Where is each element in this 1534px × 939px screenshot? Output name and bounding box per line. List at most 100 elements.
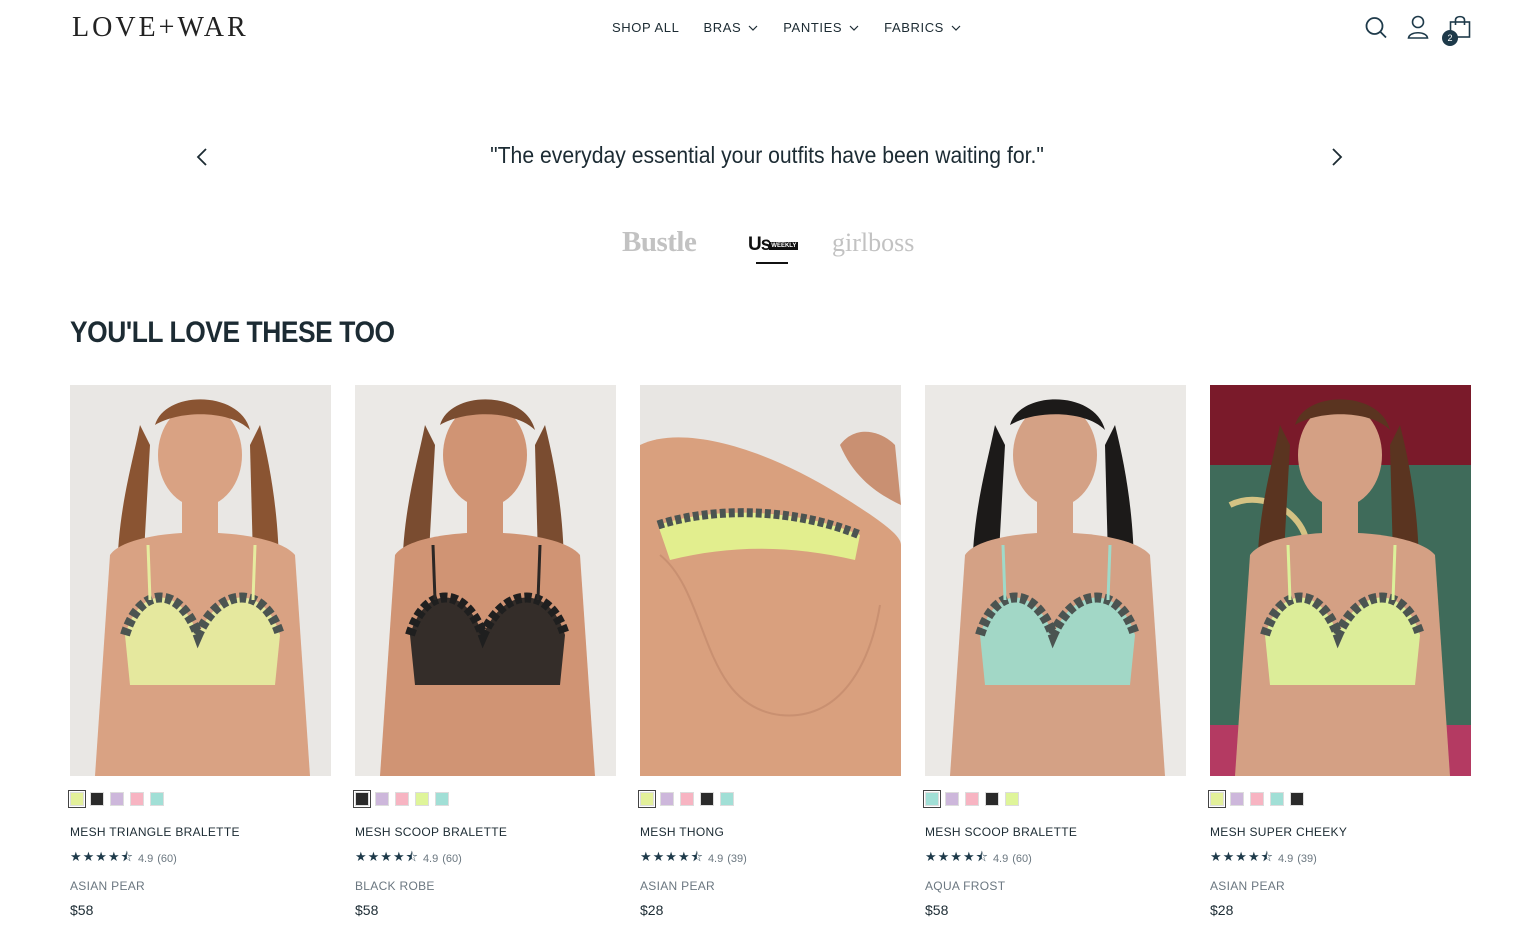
color-swatch[interactable] — [945, 792, 959, 806]
product-rating: ★★★★⯪ 4.9 (60) — [925, 848, 1186, 870]
cart-count-badge: 2 — [1442, 30, 1458, 46]
rating-value: 4.9 — [1277, 853, 1294, 865]
product-rating: ★★★★⯪ 4.9 (60) — [355, 848, 616, 870]
color-swatch[interactable] — [395, 792, 409, 806]
section-title: YOU'LL LOVE THESE TOO — [70, 316, 395, 349]
header-actions: 2 — [1364, 14, 1472, 46]
product-name[interactable]: MESH SUPER CHEEKY — [1210, 825, 1471, 839]
color-swatches — [638, 790, 901, 808]
star-rating-icon: ★★★★⯪ — [1210, 849, 1274, 864]
rating-value: 4.9 — [422, 853, 439, 865]
product-color-name: ASIAN PEAR — [640, 879, 716, 893]
main-nav: SHOP ALL BRAS PANTIES FABRICS — [612, 20, 962, 35]
product-name[interactable]: MESH TRIANGLE BRALETTE — [70, 825, 331, 839]
color-swatch[interactable] — [923, 790, 941, 808]
rating-value: 4.9 — [137, 853, 154, 865]
color-swatch[interactable] — [638, 790, 656, 808]
product-price: $58 — [925, 902, 949, 918]
product-color-name: ASIAN PEAR — [70, 879, 146, 893]
carousel-next-button[interactable] — [1325, 146, 1347, 168]
color-swatch[interactable] — [110, 792, 124, 806]
product-color-name: ASIAN PEAR — [1210, 879, 1286, 893]
review-count: (39) — [1297, 853, 1317, 865]
product-price: $58 — [355, 902, 379, 918]
color-swatch[interactable] — [1290, 792, 1304, 806]
account-button[interactable] — [1406, 14, 1430, 40]
brand-logo[interactable]: LOVE+WAR — [72, 12, 249, 44]
color-swatch[interactable] — [720, 792, 734, 806]
product-image[interactable] — [925, 385, 1186, 776]
press-logos: Bustle UsWEEKLY girlboss — [618, 226, 928, 270]
star-rating-icon: ★★★★⯪ — [640, 849, 704, 864]
user-icon — [1407, 15, 1429, 39]
press-logo-bustle[interactable]: Bustle — [622, 226, 697, 259]
review-count: (39) — [727, 853, 747, 865]
color-swatch[interactable] — [1005, 792, 1019, 806]
nav-label: PANTIES — [783, 20, 843, 35]
color-swatch[interactable] — [1250, 792, 1264, 806]
search-icon — [1365, 17, 1387, 39]
star-rating-icon: ★★★★⯪ — [355, 849, 419, 864]
color-swatch[interactable] — [965, 792, 979, 806]
us-weekly-tag: WEEKLY — [769, 241, 799, 250]
testimonial-carousel: "The everyday essential your outfits hav… — [0, 140, 1534, 180]
product-image[interactable] — [70, 385, 331, 776]
nav-label: BRAS — [703, 20, 742, 35]
color-swatch[interactable] — [660, 792, 674, 806]
color-swatch[interactable] — [68, 790, 86, 808]
color-swatch[interactable] — [375, 792, 389, 806]
color-swatch[interactable] — [150, 792, 164, 806]
color-swatch[interactable] — [435, 792, 449, 806]
product-card: MESH TRIANGLE BRALETTE ★★★★⯪ 4.9 (60) ASIAN … — [68, 385, 331, 925]
cart-button[interactable]: 2 — [1442, 14, 1472, 46]
product-image[interactable] — [1210, 385, 1471, 776]
chevron-right-icon — [1332, 148, 1343, 166]
star-rating-icon: ★★★★⯪ — [70, 849, 134, 864]
nav-item-shop-all[interactable]: SHOP ALL — [612, 20, 679, 35]
chevron-down-icon — [748, 25, 758, 31]
color-swatch[interactable] — [680, 792, 694, 806]
review-count: (60) — [442, 853, 462, 865]
review-count: (60) — [1012, 853, 1032, 865]
color-swatch[interactable] — [1230, 792, 1244, 806]
product-price: $28 — [640, 902, 664, 918]
color-swatch[interactable] — [985, 792, 999, 806]
nav-item-panties[interactable]: PANTIES — [783, 20, 860, 35]
product-image[interactable] — [640, 385, 901, 776]
us-logo-text: Us — [748, 234, 771, 255]
search-button[interactable] — [1364, 14, 1388, 40]
rating-value: 4.9 — [707, 853, 724, 865]
color-swatches — [68, 790, 331, 808]
product-rating: ★★★★⯪ 4.9 (39) — [1210, 848, 1471, 870]
product-grid: MESH TRIANGLE BRALETTE ★★★★⯪ 4.9 (60) ASIAN … — [68, 385, 1471, 925]
color-swatch[interactable] — [1270, 792, 1284, 806]
product-name[interactable]: MESH SCOOP BRALETTE — [355, 825, 616, 839]
color-swatch[interactable] — [700, 792, 714, 806]
press-logo-girlboss[interactable]: girlboss — [832, 228, 914, 258]
color-swatches — [353, 790, 616, 808]
chevron-down-icon — [849, 25, 859, 31]
star-rating-icon: ★★★★⯪ — [925, 849, 989, 864]
product-name[interactable]: MESH SCOOP BRALETTE — [925, 825, 1186, 839]
color-swatch[interactable] — [415, 792, 429, 806]
press-logo-us-weekly[interactable]: UsWEEKLY — [748, 234, 799, 256]
product-color-name: BLACK ROBE — [355, 879, 435, 893]
color-swatch[interactable] — [130, 792, 144, 806]
nav-item-bras[interactable]: BRAS — [703, 20, 759, 35]
color-swatches — [1208, 790, 1471, 808]
color-swatch[interactable] — [90, 792, 104, 806]
product-price: $58 — [70, 902, 94, 918]
nav-label: SHOP ALL — [612, 20, 680, 35]
product-name[interactable]: MESH THONG — [640, 825, 901, 839]
product-card: MESH SCOOP BRALETTE ★★★★⯪ 4.9 (60) AQUA FROS… — [923, 385, 1186, 925]
color-swatch[interactable] — [1208, 790, 1226, 808]
testimonial-quote: "The everyday essential your outfits hav… — [490, 142, 1044, 168]
rating-value: 4.9 — [992, 853, 1009, 865]
color-swatch[interactable] — [353, 790, 371, 808]
product-image[interactable] — [355, 385, 616, 776]
product-card: MESH SCOOP BRALETTE ★★★★⯪ 4.9 (60) BLACK ROB… — [353, 385, 616, 925]
nav-item-fabrics[interactable]: FABRICS — [884, 20, 962, 35]
product-color-name: AQUA FROST — [925, 879, 1006, 893]
chevron-down-icon — [951, 25, 961, 31]
product-rating: ★★★★⯪ 4.9 (60) — [70, 848, 331, 870]
